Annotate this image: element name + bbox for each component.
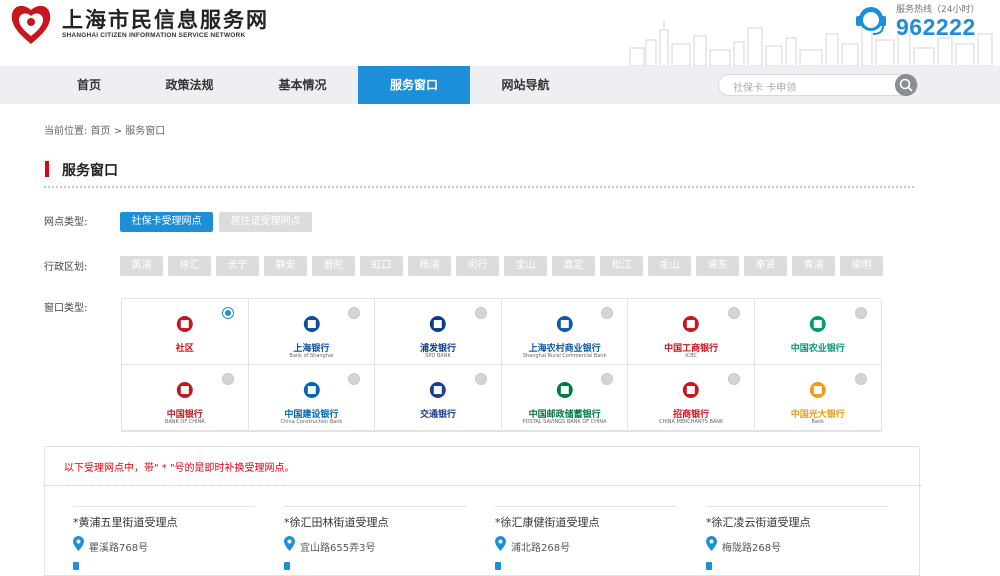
card-divider bbox=[284, 506, 466, 507]
outlet-type-label: 网点类型: bbox=[44, 217, 88, 228]
phone-icon bbox=[73, 562, 79, 570]
hotline-number: 962222 bbox=[896, 14, 976, 40]
bank-option[interactable]: 中国邮政储蓄银行 POSTAL SAVINGS BANK OF CHINA bbox=[501, 365, 629, 431]
district-tag[interactable]: 松江 bbox=[600, 256, 643, 276]
district-tag[interactable]: 嘉定 bbox=[552, 256, 595, 276]
dotted-divider bbox=[44, 186, 914, 188]
bank-option[interactable]: 浦发银行 SPD BANK bbox=[375, 299, 502, 365]
service-point-address: 瞿溪路768号 bbox=[89, 543, 149, 554]
bank-option[interactable]: 招商银行 CHINA MERCHANTS BANK bbox=[628, 365, 755, 431]
bank-name: 社区 bbox=[175, 344, 194, 354]
service-point-name[interactable]: *黄浦五里街道受理点 bbox=[73, 514, 178, 530]
district-tag[interactable]: 闵行 bbox=[456, 256, 499, 276]
bank-option[interactable]: 社区 bbox=[122, 299, 249, 365]
district-tag[interactable]: 崇明 bbox=[840, 256, 883, 276]
search-icon[interactable] bbox=[895, 74, 917, 96]
outlet-type-social-security[interactable]: 社保卡受理网点 bbox=[120, 212, 213, 232]
service-point-address: 宜山路655弄3号 bbox=[300, 543, 376, 554]
nav-item-policies[interactable]: 政策法规 bbox=[138, 66, 241, 104]
bank-grid: 社区 上海银行 Bank of Shanghai 浦发银行 SPD BANK 上海农村商业… bbox=[121, 298, 882, 432]
bank-subtitle: China Construction Bank bbox=[280, 419, 343, 425]
card-divider bbox=[495, 506, 677, 507]
district-tag[interactable]: 静安 bbox=[264, 256, 307, 276]
nav-item-basic-info[interactable]: 基本情况 bbox=[251, 66, 354, 104]
district-tag[interactable]: 黄浦 bbox=[120, 256, 163, 276]
service-point-address: 梅陇路268号 bbox=[722, 543, 782, 554]
notice-divider bbox=[45, 485, 921, 486]
service-point-name[interactable]: *徐汇凌云街道受理点 bbox=[706, 514, 811, 530]
district-label: 行政区划: bbox=[44, 262, 88, 273]
card-divider bbox=[706, 506, 888, 507]
district-tag[interactable]: 徐汇 bbox=[168, 256, 211, 276]
window-type-label: 窗口类型: bbox=[44, 303, 88, 314]
location-pin-icon bbox=[495, 536, 506, 551]
bank-subtitle: Bank of Shanghai bbox=[289, 353, 334, 359]
phone-icon bbox=[284, 562, 290, 570]
bank-option[interactable]: 中国光大银行 Bank bbox=[755, 365, 882, 431]
bank-subtitle: SPD BANK bbox=[425, 353, 451, 359]
phone-icon bbox=[706, 562, 712, 570]
phone-icon bbox=[495, 562, 501, 570]
district-tag[interactable]: 金山 bbox=[648, 256, 691, 276]
service-point-name[interactable]: *徐汇康健街道受理点 bbox=[495, 514, 600, 530]
nav-item-site-nav[interactable]: 网站导航 bbox=[474, 66, 577, 104]
bank-subtitle: Bank bbox=[811, 419, 825, 425]
bank-subtitle: Shanghai Rural Commercial Bank bbox=[522, 353, 607, 359]
bank-option[interactable]: 中国建设银行 China Construction Bank bbox=[248, 365, 376, 431]
service-point-address: 浦北路268号 bbox=[511, 543, 571, 554]
main-nav: 首页 政策法规 基本情况 服务窗口 网站导航 社保卡 卡申领 bbox=[0, 66, 1000, 104]
nav-item-service-window[interactable]: 服务窗口 bbox=[358, 66, 470, 104]
notice-panel: 以下受理网点中，带" * "号的是即时补换受理网点。 bbox=[44, 446, 921, 576]
bank-option[interactable]: 中国银行 BANK OF CHINA bbox=[122, 365, 249, 431]
district-tag[interactable]: 普陀 bbox=[312, 256, 355, 276]
headset-icon bbox=[856, 7, 886, 35]
search-placeholder: 社保卡 卡申领 bbox=[733, 83, 797, 94]
district-tag[interactable]: 杨浦 bbox=[408, 256, 451, 276]
site-subtitle: SHANGHAI CITIZEN INFORMATION SERVICE NET… bbox=[62, 32, 246, 39]
district-tag[interactable]: 青浦 bbox=[792, 256, 835, 276]
bank-subtitle: POSTAL SAVINGS BANK OF CHINA bbox=[522, 419, 607, 425]
location-pin-icon bbox=[73, 536, 84, 551]
bank-subtitle: BANK OF CHINA bbox=[164, 419, 205, 425]
nav-item-home[interactable]: 首页 bbox=[40, 66, 138, 104]
section-title-marker bbox=[45, 161, 49, 177]
page-title: 服务窗口 bbox=[62, 163, 118, 179]
notice-text: 以下受理网点中，带" * "号的是即时补换受理网点。 bbox=[64, 463, 295, 474]
district-tag[interactable]: 宝山 bbox=[504, 256, 547, 276]
site-logo-icon[interactable] bbox=[8, 2, 54, 46]
bank-option[interactable]: 中国工商银行 ICBC bbox=[628, 299, 755, 365]
bank-subtitle: ICBC bbox=[685, 353, 698, 359]
bank-subtitle: CHINA MERCHANTS BANK bbox=[659, 419, 724, 425]
header: 上海市民信息服务网 SHANGHAI CITIZEN INFORMATION S… bbox=[0, 0, 1000, 66]
card-divider bbox=[73, 506, 255, 507]
district-tag[interactable]: 长宁 bbox=[216, 256, 259, 276]
location-pin-icon bbox=[284, 536, 295, 551]
district-tag[interactable]: 奉贤 bbox=[744, 256, 787, 276]
bank-option[interactable]: 上海银行 Bank of Shanghai bbox=[248, 299, 376, 365]
location-pin-icon bbox=[706, 536, 717, 551]
bank-option[interactable]: 上海农村商业银行 Shanghai Rural Commercial Bank bbox=[501, 299, 629, 365]
bank-option[interactable]: 中国农业银行 bbox=[755, 299, 882, 365]
bank-name: 交通银行 bbox=[419, 410, 456, 420]
search-input[interactable]: 社保卡 卡申领 bbox=[718, 74, 918, 96]
site-title[interactable]: 上海市民信息服务网 bbox=[62, 4, 269, 34]
bank-name: 中国农业银行 bbox=[790, 344, 845, 354]
district-tag[interactable]: 虹口 bbox=[360, 256, 403, 276]
breadcrumb[interactable]: 当前位置: 首页 > 服务窗口 bbox=[44, 122, 165, 137]
service-point-name[interactable]: *徐汇田林街道受理点 bbox=[284, 514, 389, 530]
district-tag[interactable]: 浦东 bbox=[696, 256, 739, 276]
bank-option[interactable]: 交通银行 bbox=[375, 365, 502, 431]
outlet-type-residence-permit[interactable]: 居住证受理网点 bbox=[219, 212, 312, 232]
